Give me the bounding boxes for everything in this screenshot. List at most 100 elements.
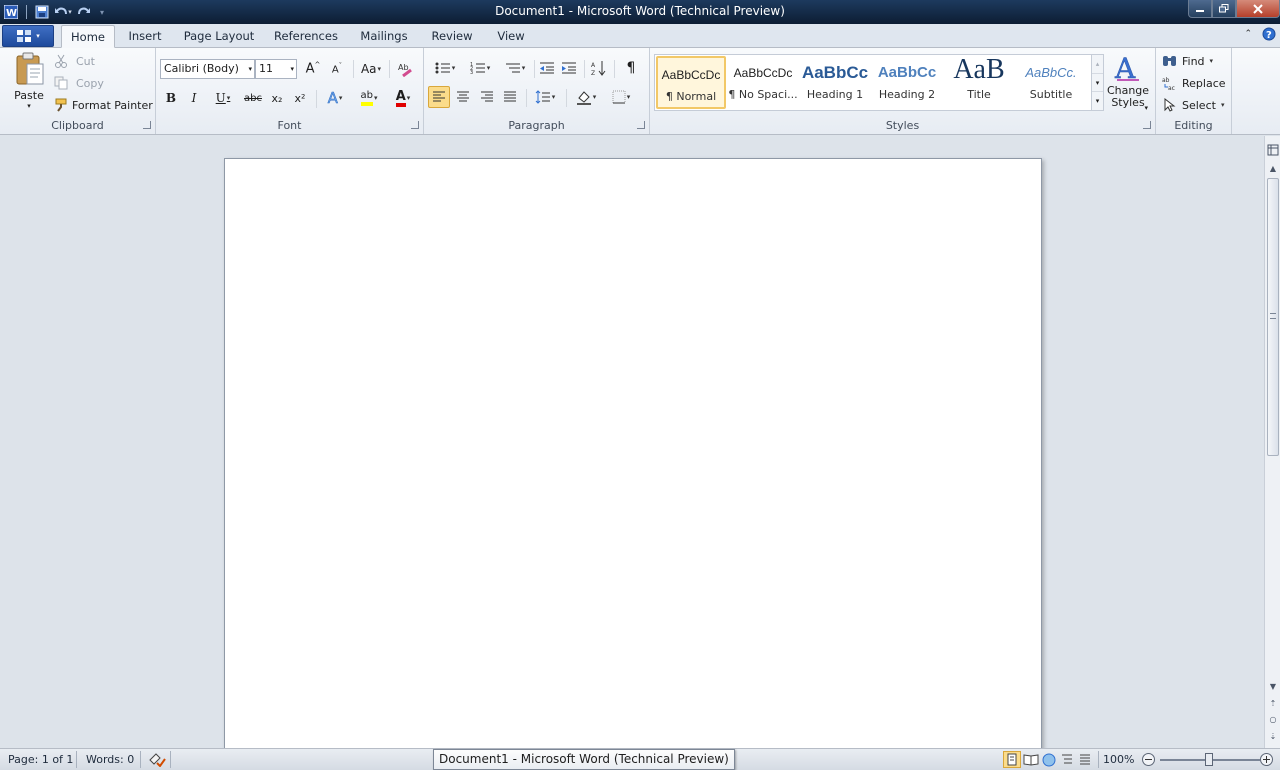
zoom-out-icon	[1142, 753, 1155, 766]
styles-gallery-scroll[interactable]: ▴ ▾ ▾	[1091, 55, 1103, 110]
tab-review[interactable]: Review	[427, 25, 477, 48]
numbering-icon: 123	[470, 62, 485, 75]
change-styles-button[interactable]: A Change Styles ▾	[1106, 52, 1150, 114]
full-screen-reading-button[interactable]	[1023, 752, 1039, 770]
align-center-button[interactable]	[452, 86, 474, 108]
underline-button[interactable]: U ▾	[207, 87, 239, 109]
bullets-button[interactable]: ▾	[429, 57, 461, 79]
strikethrough-button[interactable]: abc	[242, 87, 264, 109]
zoom-in-button[interactable]	[1259, 752, 1274, 770]
dialog-launcher-icon[interactable]	[411, 121, 419, 129]
scroll-down-icon[interactable]: ▾	[1092, 73, 1103, 91]
draft-view-button[interactable]	[1077, 752, 1093, 770]
style-no-spacing[interactable]: AaBbCcDc ¶ No Spaci...	[728, 56, 798, 109]
web-layout-button[interactable]	[1041, 752, 1057, 770]
select-button[interactable]: Select ▾	[1162, 95, 1224, 115]
page-count[interactable]: Page: 1 of 1	[8, 753, 73, 766]
style-title[interactable]: AaB Title	[944, 56, 1014, 109]
scroll-down-arrow-icon[interactable]: ▼	[1265, 682, 1280, 691]
shading-button[interactable]: ▾	[571, 86, 601, 108]
tab-references[interactable]: References	[271, 25, 341, 48]
bold-button[interactable]: B	[160, 87, 182, 109]
document-area	[0, 136, 1264, 758]
tab-mailings[interactable]: Mailings	[356, 25, 412, 48]
scroll-up-arrow-icon[interactable]: ▲	[1265, 164, 1280, 173]
more-styles-icon[interactable]: ▾	[1092, 91, 1103, 109]
align-left-button[interactable]	[428, 86, 450, 108]
copy-button[interactable]: Copy	[54, 73, 104, 93]
print-layout-view-button[interactable]	[1003, 751, 1021, 768]
borders-button[interactable]: ▾	[606, 86, 636, 108]
dialog-launcher-icon[interactable]	[637, 121, 645, 129]
superscript-button[interactable]: x²	[289, 87, 311, 109]
zoom-level[interactable]: 100%	[1103, 753, 1134, 766]
word-count[interactable]: Words: 0	[86, 753, 134, 766]
zoom-slider-thumb[interactable]	[1205, 753, 1213, 766]
grow-font-icon: A^	[305, 61, 321, 77]
style-normal[interactable]: AaBbCcDc ¶ Normal	[656, 56, 726, 109]
justify-button[interactable]	[499, 86, 521, 108]
multilevel-list-button[interactable]: ▾	[499, 57, 531, 79]
style-heading-1[interactable]: AaBbCc Heading 1	[800, 56, 870, 109]
proofing-status-icon[interactable]	[148, 751, 166, 770]
decrease-indent-button[interactable]	[536, 57, 558, 79]
close-button[interactable]	[1236, 0, 1280, 18]
line-spacing-button[interactable]: ▾	[530, 86, 560, 108]
style-heading-2[interactable]: AaBbCc Heading 2	[872, 56, 942, 109]
minimize-ribbon-icon[interactable]: ⌃	[1244, 29, 1252, 39]
restore-button[interactable]	[1212, 0, 1236, 18]
tab-insert[interactable]: Insert	[124, 25, 166, 48]
font-size-combo[interactable]: 11 ▾	[255, 59, 297, 79]
minimize-button[interactable]	[1188, 0, 1212, 18]
scroll-thumb[interactable]	[1267, 178, 1279, 456]
style-preview: AaB	[953, 56, 1005, 85]
subscript-button[interactable]: x₂	[266, 87, 288, 109]
tab-view[interactable]: View	[492, 25, 530, 48]
font-color-button[interactable]: A ▾	[388, 87, 418, 109]
file-menu-button[interactable]: ▾	[2, 25, 54, 47]
text-effects-button[interactable]: A ▾	[320, 87, 350, 109]
highlight-button[interactable]: ab ▾	[353, 87, 385, 109]
replace-button[interactable]: ab ac Replace	[1162, 73, 1226, 93]
find-button[interactable]: Find ▾	[1162, 51, 1213, 71]
paste-button[interactable]: Paste ▾	[9, 52, 49, 116]
numbering-button[interactable]: 1 2 3 ▾	[464, 57, 496, 79]
show-formatting-button[interactable]: ¶	[620, 57, 642, 79]
window-tooltip: Document1 - Microsoft Word (Technical Pr…	[433, 749, 735, 770]
sort-button[interactable]: AZ	[588, 57, 610, 79]
cut-button[interactable]: Cut	[54, 51, 95, 71]
tab-page-layout[interactable]: Page Layout	[181, 25, 257, 48]
increase-indent-button[interactable]	[558, 57, 580, 79]
select-browse-object-icon[interactable]: ○	[1265, 715, 1280, 724]
style-subtitle[interactable]: AaBbCc. Subtitle	[1016, 56, 1086, 109]
font-group: Calibri (Body) ▾ 11 ▾ A^ Aˇ Aa ▾ Ab B I U ▾ …	[156, 48, 424, 134]
align-left-icon	[433, 91, 445, 102]
align-right-button[interactable]	[476, 86, 498, 108]
font-name-combo[interactable]: Calibri (Body) ▾	[160, 59, 255, 79]
ruler-toggle-icon[interactable]	[1265, 144, 1280, 158]
previous-page-icon[interactable]: ⇡	[1265, 699, 1280, 708]
svg-text:3: 3	[470, 70, 473, 75]
italic-button[interactable]: I	[183, 87, 205, 109]
change-case-button[interactable]: Aa ▾	[357, 58, 385, 80]
document-page[interactable]	[224, 158, 1042, 758]
outline-view-button[interactable]	[1059, 752, 1075, 770]
zoom-out-button[interactable]	[1141, 752, 1156, 770]
justify-icon	[504, 91, 516, 102]
dialog-launcher-icon[interactable]	[143, 121, 151, 129]
next-page-icon[interactable]: ⇣	[1265, 732, 1280, 741]
scissors-icon	[55, 54, 67, 68]
clear-formatting-button[interactable]: Ab	[394, 58, 416, 80]
scroll-up-icon[interactable]: ▴	[1092, 55, 1103, 73]
borders-icon	[612, 90, 626, 104]
format-painter-icon	[55, 98, 67, 112]
find-label: Find	[1182, 54, 1205, 68]
style-preview: AaBbCcDc	[661, 68, 721, 82]
dialog-launcher-icon[interactable]	[1143, 121, 1151, 129]
format-painter-button[interactable]: Format Painter	[54, 95, 153, 115]
help-icon[interactable]: ?	[1262, 27, 1276, 41]
vertical-scrollbar[interactable]: ▲ ▼ ⇡ ○ ⇣	[1264, 136, 1280, 748]
shrink-font-button[interactable]: Aˇ	[326, 58, 348, 80]
tab-home[interactable]: Home	[61, 25, 115, 48]
grow-font-button[interactable]: A^	[302, 58, 324, 80]
